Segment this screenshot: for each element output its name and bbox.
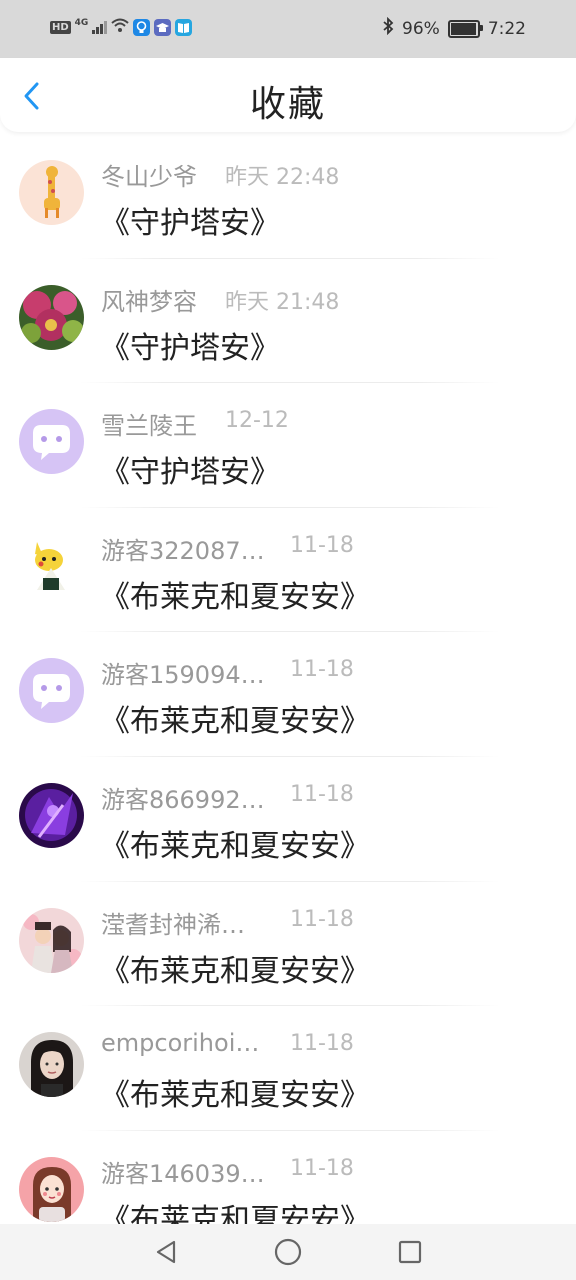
system-nav-bar	[0, 1224, 576, 1280]
battery-percent: 96%	[402, 18, 440, 39]
list-item[interactable]: empcorihoi… 11-18 《布莱克和夏安安》	[0, 1006, 576, 1131]
work-title: 《布莱克和夏安安》	[100, 828, 370, 864]
app-header: 收藏	[0, 58, 576, 132]
signal-icon	[92, 20, 108, 34]
timestamp: 11-18	[290, 1155, 354, 1181]
bulb-app-icon	[133, 18, 151, 36]
timestamp: 11-18	[290, 657, 354, 683]
list-item[interactable]: 雪兰陵王 12-12 《守护塔安》	[0, 383, 576, 508]
couple-avatar	[19, 907, 84, 973]
avatar[interactable]	[19, 160, 84, 225]
list-item[interactable]: 冬山少爷 昨天 22:48 《守护塔安》	[0, 134, 576, 259]
user-name: 雪兰陵王	[101, 412, 197, 441]
avatar[interactable]	[19, 1032, 84, 1098]
timestamp: 11-18	[290, 781, 354, 807]
cartoon-girl-avatar	[19, 1156, 84, 1222]
work-title: 《布莱克和夏安安》	[100, 704, 370, 740]
timestamp: 11-18	[290, 1031, 354, 1057]
purple-hero-avatar	[19, 782, 84, 848]
timestamp: 昨天 22:48	[225, 165, 340, 190]
favorites-list[interactable]: 冬山少爷 昨天 22:48 《守护塔安》 风神梦容 昨天 21:48 《守护塔安》 雪兰陵王…	[0, 134, 576, 1224]
timestamp: 昨天 21:48	[225, 289, 340, 315]
status-bar: HD 4G 96% 7:22	[0, 0, 576, 58]
timestamp: 11-18	[290, 532, 354, 558]
nav-back-button[interactable]	[150, 1236, 182, 1268]
avatar[interactable]	[19, 658, 84, 724]
graduation-app-icon	[154, 18, 172, 36]
list-item[interactable]: 游客146039… 11-18 《布莱克和夏安安》	[0, 1131, 576, 1224]
back-triangle-icon	[156, 1240, 176, 1264]
clock: 7:22	[487, 18, 526, 39]
default-chat-avatar	[19, 658, 84, 724]
user-name: 游客146039…	[101, 1159, 265, 1188]
user-name: 滢耆封神浠…	[101, 910, 245, 939]
avatar[interactable]	[19, 907, 84, 973]
user-name: 游客159094…	[101, 661, 265, 690]
status-bar-left: HD 4G	[50, 18, 193, 36]
nav-recents-button[interactable]	[394, 1236, 426, 1268]
nav-home-button[interactable]	[272, 1236, 304, 1268]
status-bar-right: 96% 7:22	[382, 16, 526, 40]
wifi-icon	[111, 18, 129, 36]
recents-square-icon	[398, 1240, 422, 1264]
avatar[interactable]	[19, 409, 84, 475]
work-title: 《布莱克和夏安安》	[100, 953, 370, 989]
work-title: 《守护塔安》	[100, 455, 280, 491]
flower-avatar	[19, 284, 84, 350]
default-chat-avatar	[19, 409, 84, 475]
avatar[interactable]	[19, 284, 84, 350]
work-title: 《守护塔安》	[100, 330, 280, 366]
giraffe-avatar	[19, 160, 84, 225]
pikachu-avatar	[19, 533, 84, 599]
battery-icon	[447, 19, 483, 38]
work-title: 《布莱克和夏安安》	[100, 1202, 370, 1224]
home-circle-icon	[274, 1238, 302, 1266]
user-name: 风神梦容	[101, 287, 197, 316]
user-name: 游客866992…	[101, 785, 265, 814]
user-name: 游客322087…	[101, 536, 265, 565]
book-app-icon	[175, 18, 193, 36]
avatar[interactable]	[19, 782, 84, 848]
list-item[interactable]: 游客866992… 11-18 《布莱克和夏安安》	[0, 757, 576, 882]
user-name: empcorihoi…	[101, 1029, 260, 1058]
hd-icon: HD	[50, 20, 71, 34]
list-item[interactable]: 游客159094… 11-18 《布莱克和夏安安》	[0, 632, 576, 757]
network-type: 4G	[74, 18, 89, 28]
work-title: 《布莱克和夏安安》	[100, 1078, 370, 1114]
bluetooth-icon	[382, 16, 394, 40]
list-item[interactable]: 风神梦容 昨天 21:48 《守护塔安》	[0, 259, 576, 384]
work-title: 《布莱克和夏安安》	[100, 579, 370, 615]
list-item[interactable]: 游客322087… 11-18 《布莱克和夏安安》	[0, 508, 576, 633]
girl-photo-avatar	[19, 1032, 84, 1098]
timestamp: 11-18	[290, 906, 354, 932]
work-title: 《守护塔安》	[100, 206, 280, 241]
user-name: 冬山少爷	[101, 163, 197, 191]
avatar[interactable]	[19, 1156, 84, 1222]
avatar[interactable]	[19, 533, 84, 599]
list-item[interactable]: 滢耆封神浠… 11-18 《布莱克和夏安安》	[0, 882, 576, 1007]
timestamp: 12-12	[225, 408, 289, 434]
page-title: 收藏	[249, 84, 326, 125]
